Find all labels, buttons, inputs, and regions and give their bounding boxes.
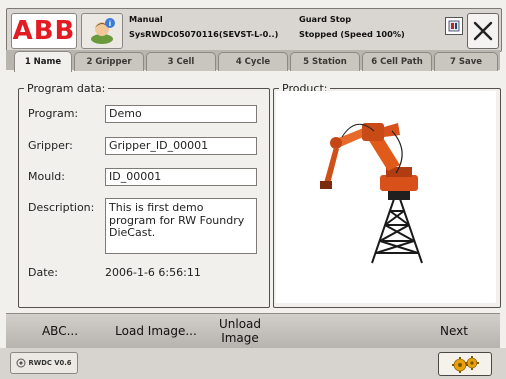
program-data-panel: Program data: Program: Demo Gripper: Gri… [18, 82, 270, 308]
operating-mode: Manual [129, 14, 163, 24]
close-icon [473, 21, 493, 41]
tab-cell[interactable]: 3 Cell [146, 52, 216, 71]
abb-logo: ABB [12, 16, 76, 46]
robot-image [320, 123, 423, 264]
unload-image-button[interactable]: Unload Image [206, 314, 274, 348]
unload-line-2: Image [221, 331, 259, 345]
status-bar: ABB i Manual SysRWDC05070116(SEVST-L-0..… [6, 8, 502, 52]
date-label: Date: [28, 266, 58, 279]
tab-name[interactable]: 1 Name [14, 51, 72, 72]
description-label: Description: [28, 201, 95, 214]
user-icon: i [91, 18, 115, 44]
rwdc-task-button[interactable]: RWDC V0.6 [10, 352, 78, 374]
program-field[interactable]: Demo [105, 105, 257, 123]
program-status: Stopped (Speed 100%) [299, 29, 405, 39]
quickset-button[interactable] [445, 17, 463, 35]
svg-text:i: i [109, 20, 111, 28]
abc-button[interactable]: ABC... [24, 314, 96, 348]
quickset-icon [448, 20, 460, 32]
mould-field[interactable]: ID_00001 [105, 168, 257, 186]
close-button[interactable] [467, 13, 499, 49]
tab-station[interactable]: 5 Station [290, 52, 360, 71]
taskbar: RWDC V0.6 [0, 348, 506, 379]
gripper-field[interactable]: Gripper_ID_00001 [105, 137, 257, 155]
gripper-label: Gripper: [28, 139, 73, 152]
date-value: 2006-1-6 6:56:11 [105, 266, 201, 279]
tab-cell-path[interactable]: 6 Cell Path [362, 52, 432, 71]
load-image-button[interactable]: Load Image... [106, 314, 206, 348]
tab-cycle[interactable]: 4 Cycle [218, 52, 288, 71]
program-data-title: Program data: [24, 82, 109, 95]
product-panel: Product: [273, 82, 501, 308]
abb-menu-button[interactable]: ABB [11, 13, 77, 49]
app-icon [16, 358, 26, 368]
next-button[interactable]: Next [418, 314, 490, 348]
system-name: SysRWDC05070116(SEVST-L-0..) [129, 29, 279, 39]
rwdc-label: RWDC V0.6 [28, 359, 72, 367]
controller-state: Guard Stop [299, 14, 352, 24]
status-area: Manual SysRWDC05070116(SEVST-L-0..) Guar… [127, 12, 451, 48]
description-field[interactable]: This is first demo program for RW Foundr… [105, 198, 257, 254]
unload-line-1: Unload [218, 317, 262, 331]
tab-save[interactable]: 7 Save [434, 52, 498, 71]
gears-icon [452, 356, 479, 373]
settings-button[interactable] [438, 352, 492, 376]
flexpendant-window: ABB i Manual SysRWDC05070116(SEVST-L-0..… [0, 0, 506, 379]
command-bar: ABC... Load Image... Unload Image Next [6, 313, 500, 349]
product-image-area [276, 91, 496, 303]
program-label: Program: [28, 107, 79, 120]
tab-strip: 1 Name 2 Gripper 3 Cell 4 Cycle 5 Statio… [6, 50, 500, 72]
description-line: DieCast. [109, 226, 156, 239]
user-button[interactable]: i [81, 13, 123, 49]
description-line: This is first demo [109, 201, 204, 214]
tab-gripper[interactable]: 2 Gripper [74, 52, 144, 71]
mould-label: Mould: [28, 170, 65, 183]
